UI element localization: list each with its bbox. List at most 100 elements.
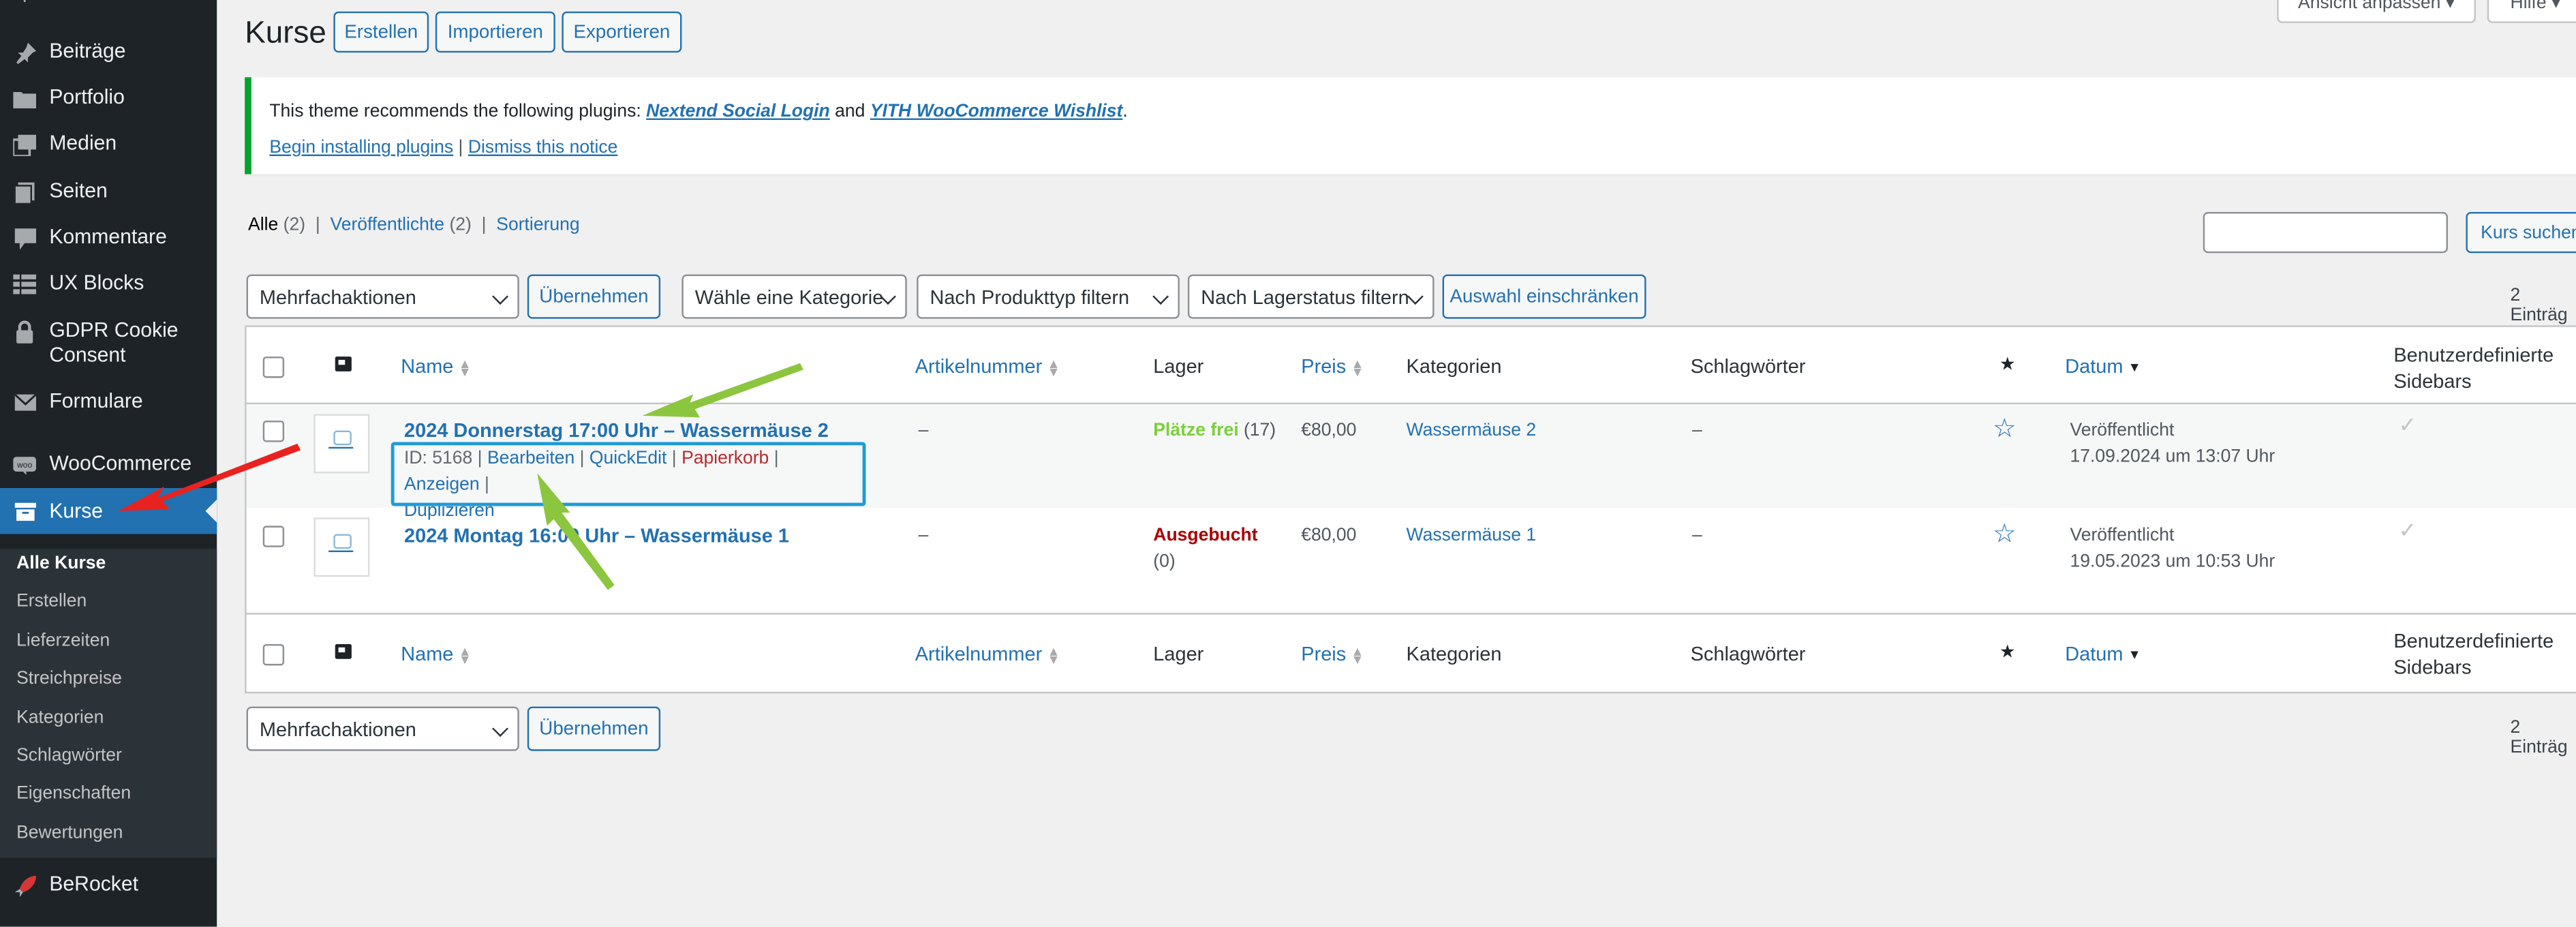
sidebar-item-woocommerce[interactable]: woo WooCommerce bbox=[0, 452, 217, 476]
search-button[interactable]: Kurs suchen bbox=[2466, 211, 2576, 254]
view-sep: | bbox=[481, 215, 487, 235]
sidebar-item-label: Medien bbox=[49, 131, 117, 155]
sidebar-item-cut: · bbox=[0, 0, 217, 11]
featured-star-icon[interactable]: ☆ bbox=[1993, 517, 2017, 550]
notice-message: This theme recommends the following plug… bbox=[269, 102, 1127, 121]
column-price[interactable]: Preis ▲ ▼ bbox=[1301, 355, 1364, 379]
more-icon: · bbox=[13, 917, 36, 926]
bulk-actions-select-bottom[interactable]: Mehrfachaktionen bbox=[246, 706, 519, 751]
view-sorting[interactable]: Sortierung bbox=[496, 215, 579, 235]
sidebar-item-berocket[interactable]: BeRocket bbox=[0, 872, 217, 897]
sidebar-item-beitraege[interactable]: Beiträge bbox=[0, 40, 217, 64]
category-link[interactable]: Wassermäuse 2 bbox=[1407, 417, 1537, 444]
select-all-checkbox-bottom[interactable] bbox=[262, 643, 285, 666]
column-date-bottom[interactable]: Datum ▼ bbox=[2065, 643, 2141, 666]
envelope-icon bbox=[13, 391, 36, 414]
apply-button[interactable]: Übernehmen bbox=[527, 274, 661, 319]
chevron-down-icon bbox=[1407, 288, 1424, 305]
column-price-label: Preis bbox=[1301, 642, 1347, 666]
submenu-erstellen[interactable]: Erstellen bbox=[16, 592, 87, 611]
column-price-bottom[interactable]: Preis ▲ ▼ bbox=[1301, 642, 1364, 667]
submenu-alle-kurse[interactable]: Alle Kurse bbox=[16, 553, 106, 573]
blocks-icon bbox=[13, 273, 37, 296]
sidebar-item-gdpr[interactable]: GDPR Cookie Consent bbox=[0, 319, 217, 368]
sidebar-item-kurse[interactable]: Kurse bbox=[0, 487, 217, 534]
date-value: 17.09.2024 um 13:07 Uhr bbox=[2070, 446, 2275, 467]
tags-cell: – bbox=[1692, 421, 1702, 441]
view-published[interactable]: Veröffentlichte (2) bbox=[330, 215, 471, 235]
caret-down-icon: ▾ bbox=[2445, 0, 2455, 14]
submenu-eigenschaften[interactable]: Eigenschaften bbox=[16, 784, 131, 804]
filter-button[interactable]: Auswahl einschränken bbox=[1442, 274, 1646, 319]
product-thumbnail[interactable] bbox=[313, 517, 370, 577]
submenu-lieferzeiten[interactable]: Lieferzeiten bbox=[16, 631, 110, 651]
column-stock: Lager bbox=[1153, 354, 1204, 378]
product-title-link[interactable]: 2024 Donnerstag 17:00 Uhr – Wassermäuse … bbox=[404, 419, 829, 442]
column-name-bottom[interactable]: Name ▲ ▼ bbox=[401, 642, 472, 667]
date-value: 19.05.2023 um 10:53 Uhr bbox=[2070, 551, 2275, 572]
submenu-schlagwoerter[interactable]: Schlagwörter bbox=[16, 746, 122, 765]
submenu-kategorien[interactable]: Kategorien bbox=[16, 708, 104, 728]
kurse-submenu: Alle Kurse Erstellen Lieferzeiten Streic… bbox=[0, 549, 217, 858]
submenu-bewertungen[interactable]: Bewertungen bbox=[16, 823, 123, 843]
image-column-icon bbox=[335, 643, 352, 659]
column-name[interactable]: Name ▲ ▼ bbox=[401, 355, 472, 379]
admin-sidebar: · Beiträge Portfolio Medien Seiten Komme… bbox=[0, 0, 217, 927]
check-icon: ✓ bbox=[2398, 517, 2417, 543]
media-icon bbox=[13, 133, 37, 156]
svg-text:woo: woo bbox=[16, 459, 32, 469]
apply-button-bottom[interactable]: Übernehmen bbox=[527, 706, 661, 751]
screen-options-button[interactable]: Ansicht anpassen ▾ bbox=[2277, 0, 2476, 23]
export-button[interactable]: Exportieren bbox=[562, 11, 682, 53]
column-name-label: Name bbox=[401, 642, 454, 666]
help-button[interactable]: Hilfe ▾ bbox=[2487, 0, 2576, 23]
featured-star-icon: ★ bbox=[1999, 642, 2016, 663]
select-all-checkbox[interactable] bbox=[262, 356, 285, 378]
stock-filter-value: Nach Lagerstatus filtern bbox=[1201, 285, 1409, 309]
view-all[interactable]: Alle (2) bbox=[248, 215, 305, 235]
sidebar-item-label: GDPR Cookie bbox=[49, 318, 179, 342]
column-date-label: Datum bbox=[2065, 354, 2123, 378]
sidebar-item-seiten[interactable]: Seiten bbox=[0, 179, 217, 204]
category-link[interactable]: Wassermäuse 1 bbox=[1407, 523, 1537, 549]
product-thumbnail[interactable] bbox=[313, 414, 370, 474]
check-icon: ✓ bbox=[2398, 412, 2417, 438]
sidebar-item-label: Seiten bbox=[49, 179, 108, 202]
products-table: Name ▲ ▼ Artikelnummer ▲ ▼ Lager Preis ▲ ▼ Kat… bbox=[245, 325, 2576, 694]
sidebar-item-medien[interactable]: Medien bbox=[0, 132, 217, 156]
dismiss-notice-link[interactable]: Dismiss this notice bbox=[468, 138, 618, 157]
date-status: Veröffentlicht bbox=[2070, 421, 2175, 441]
submenu-streichpreise[interactable]: Streichpreise bbox=[16, 669, 122, 688]
column-sku-bottom[interactable]: Artikelnummer ▲ ▼ bbox=[915, 643, 1060, 667]
item-count-bottom: 2 Einträg bbox=[2510, 718, 2568, 758]
view-all-count: (2) bbox=[283, 215, 306, 235]
sidebar-item-portfolio[interactable]: Portfolio bbox=[0, 85, 217, 110]
category-filter-select[interactable]: Wähle eine Kategorie bbox=[681, 274, 907, 319]
stock-filter-select[interactable]: Nach Lagerstatus filtern bbox=[1187, 274, 1435, 319]
bulk-actions-value: Mehrfachaktionen bbox=[259, 285, 416, 309]
plugin-link-nextend[interactable]: Nextend Social Login bbox=[646, 102, 830, 121]
row-checkbox[interactable] bbox=[262, 421, 285, 442]
sidebar-item-kommentare[interactable]: Kommentare bbox=[0, 225, 217, 249]
sidebar-item-ux-blocks[interactable]: UX Blocks bbox=[0, 271, 217, 296]
folder-icon bbox=[13, 87, 37, 110]
sidebar-item-label: BeRocket bbox=[49, 872, 138, 896]
item-count-top: 2 Einträg bbox=[2510, 286, 2568, 326]
stock-count: (17) bbox=[1243, 421, 1276, 441]
begin-installing-link[interactable]: Begin installing plugins bbox=[269, 138, 453, 157]
plugin-link-yith[interactable]: YITH WooCommerce Wishlist bbox=[870, 102, 1123, 121]
featured-star-icon[interactable]: ☆ bbox=[1993, 412, 2017, 445]
sidebar-item-label: Formulare bbox=[49, 389, 143, 413]
sidebar-item-label: Beiträge bbox=[49, 39, 126, 63]
bulk-actions-select[interactable]: Mehrfachaktionen bbox=[246, 274, 519, 319]
create-button[interactable]: Erstellen bbox=[333, 11, 429, 53]
sidebar-item-label-wrap: GDPR Cookie Consent bbox=[49, 319, 178, 368]
search-input[interactable] bbox=[2203, 211, 2448, 254]
column-date[interactable]: Datum ▼ bbox=[2065, 355, 2141, 378]
product-type-filter-select[interactable]: Nach Produkttyp filtern bbox=[917, 274, 1180, 319]
column-sku[interactable]: Artikelnummer ▲ ▼ bbox=[915, 355, 1060, 379]
sidebar-item-formulare[interactable]: Formulare bbox=[0, 389, 217, 414]
product-title-link[interactable]: 2024 Montag 16:00 Uhr – Wassermäuse 1 bbox=[404, 524, 789, 547]
row-checkbox[interactable] bbox=[262, 526, 285, 547]
import-button[interactable]: Importieren bbox=[435, 11, 555, 53]
